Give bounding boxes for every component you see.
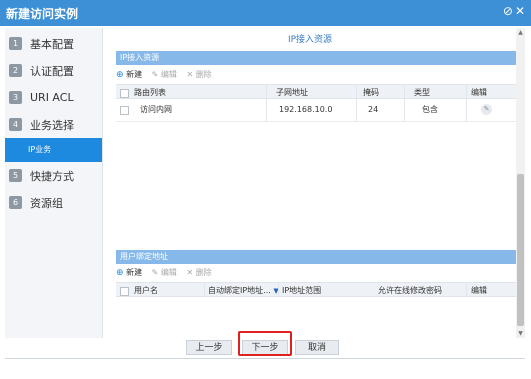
scroll-thumb[interactable] <box>517 174 524 326</box>
col-subnet: 子网地址 <box>276 88 308 97</box>
edit-label: 编辑 <box>160 70 177 79</box>
col-edit: 编辑 <box>471 88 487 97</box>
plus-icon: ⊕ <box>116 70 124 80</box>
row-edit-pencil-icon[interactable]: ✎ <box>481 104 492 115</box>
plus-icon: ⊕ <box>116 268 124 278</box>
cancel-button[interactable]: 取消 <box>295 340 339 355</box>
delete-x-icon: ✕ <box>186 70 194 79</box>
step-number: 4 <box>9 118 22 131</box>
delete-label: 删除 <box>195 70 212 79</box>
main-content: IP接入资源 IP接入资源 ⊕ 新建 ✎ 编辑 ✕ 删除 路由列表 子网地址 掩… <box>104 28 519 338</box>
user-toolbar: ⊕ 新建 ✎ 编辑 ✕ 删除 <box>116 266 519 279</box>
user-panel-header: 用户绑定地址 <box>116 250 519 264</box>
edit-label: 编辑 <box>160 268 177 277</box>
col-route-list: 路由列表 <box>134 88 166 97</box>
cell-type: 包含 <box>422 105 438 114</box>
user-new-button[interactable]: ⊕ 新建 <box>116 268 143 278</box>
close-icon[interactable]: ✕ <box>515 4 525 18</box>
step-auth-config[interactable]: 2 认证配置 <box>5 57 102 84</box>
user-delete-button[interactable]: ✕ 删除 <box>186 268 211 277</box>
row-checkbox[interactable] <box>120 106 129 115</box>
cell-route-name: 访问内网 <box>140 105 172 114</box>
ip-panel-header: IP接入资源 <box>116 51 519 65</box>
cell-subnet: 192.168.10.0 <box>279 105 333 114</box>
pencil-icon: ✎ <box>151 268 159 277</box>
window-titlebar: 新建访问实例 ⊘ ✕ <box>0 0 531 26</box>
select-all-checkbox[interactable] <box>120 89 129 98</box>
step-label: 基本配置 <box>30 37 74 51</box>
delete-x-icon: ✕ <box>186 268 194 277</box>
step-number: 1 <box>9 37 22 50</box>
user-edit-button[interactable]: ✎ 编辑 <box>152 268 177 277</box>
col-auto-bind-ip[interactable]: 自动绑定IP地址... ▼ <box>208 283 279 299</box>
section-title: IP接入资源 <box>287 35 333 45</box>
col-edit: 编辑 <box>471 286 487 295</box>
new-label: 新建 <box>126 268 143 277</box>
step-label: 快捷方式 <box>30 169 74 183</box>
step-number: 3 <box>9 91 22 104</box>
step-resource-group[interactable]: 6 资源组 <box>5 189 102 216</box>
step-label: 认证配置 <box>30 64 74 78</box>
col-allow-online-pwd: 允许在线修改密码 <box>378 286 442 295</box>
delete-label: 删除 <box>195 268 212 277</box>
window-title: 新建访问实例 <box>6 7 79 21</box>
step-number: 5 <box>9 169 22 182</box>
col-auto-bind-ip-label: 自动绑定IP地址... <box>208 286 271 295</box>
prev-button[interactable]: 上一步 <box>186 340 232 355</box>
substep-ip-service[interactable]: IP业务 <box>5 138 102 162</box>
col-username: 用户名 <box>134 286 158 295</box>
step-basic-config[interactable]: 1 基本配置 <box>5 30 102 57</box>
ip-edit-button[interactable]: ✎ 编辑 <box>152 70 177 79</box>
step-number: 2 <box>9 64 22 77</box>
ip-table-header: 路由列表 子网地址 掩码 类型 编辑 <box>116 84 519 99</box>
step-number: 6 <box>9 196 22 209</box>
scroll-down-arrow-icon[interactable]: ▼ <box>516 329 525 338</box>
step-service-select[interactable]: 4 业务选择 <box>5 111 102 138</box>
user-table-header: 用户名 自动绑定IP地址... ▼ IP地址范围 允许在线修改密码 编辑 <box>116 282 519 297</box>
step-shortcut[interactable]: 5 快捷方式 <box>5 162 102 189</box>
col-type: 类型 <box>414 88 430 97</box>
scroll-up-arrow-icon[interactable]: ▲ <box>516 28 525 37</box>
ip-delete-button[interactable]: ✕ 删除 <box>186 70 211 79</box>
cell-mask: 24 <box>368 105 379 114</box>
vertical-scrollbar[interactable]: ▲ ▼ <box>516 28 525 338</box>
col-mask: 掩码 <box>363 88 379 97</box>
footer-divider <box>5 358 525 359</box>
help-circle-icon[interactable]: ⊘ <box>503 4 513 18</box>
table-row[interactable]: 访问内网 192.168.10.0 24 包含 ✎ <box>116 99 519 122</box>
col-ip-range: IP地址范围 <box>282 286 322 295</box>
next-button-highlight <box>238 331 292 356</box>
step-label: 业务选择 <box>30 118 74 132</box>
step-label: 资源组 <box>30 196 63 210</box>
wizard-steps-sidebar: 1 基本配置 2 认证配置 3 URI ACL 4 业务选择 IP业务 5 快捷… <box>5 28 103 338</box>
new-label: 新建 <box>126 70 143 79</box>
ip-toolbar: ⊕ 新建 ✎ 编辑 ✕ 删除 <box>116 68 519 81</box>
select-all-checkbox[interactable] <box>120 287 129 296</box>
ip-new-button[interactable]: ⊕ 新建 <box>116 70 143 80</box>
step-label: URI ACL <box>30 91 74 104</box>
pencil-icon: ✎ <box>151 70 159 79</box>
step-uri-acl[interactable]: 3 URI ACL <box>5 84 102 111</box>
